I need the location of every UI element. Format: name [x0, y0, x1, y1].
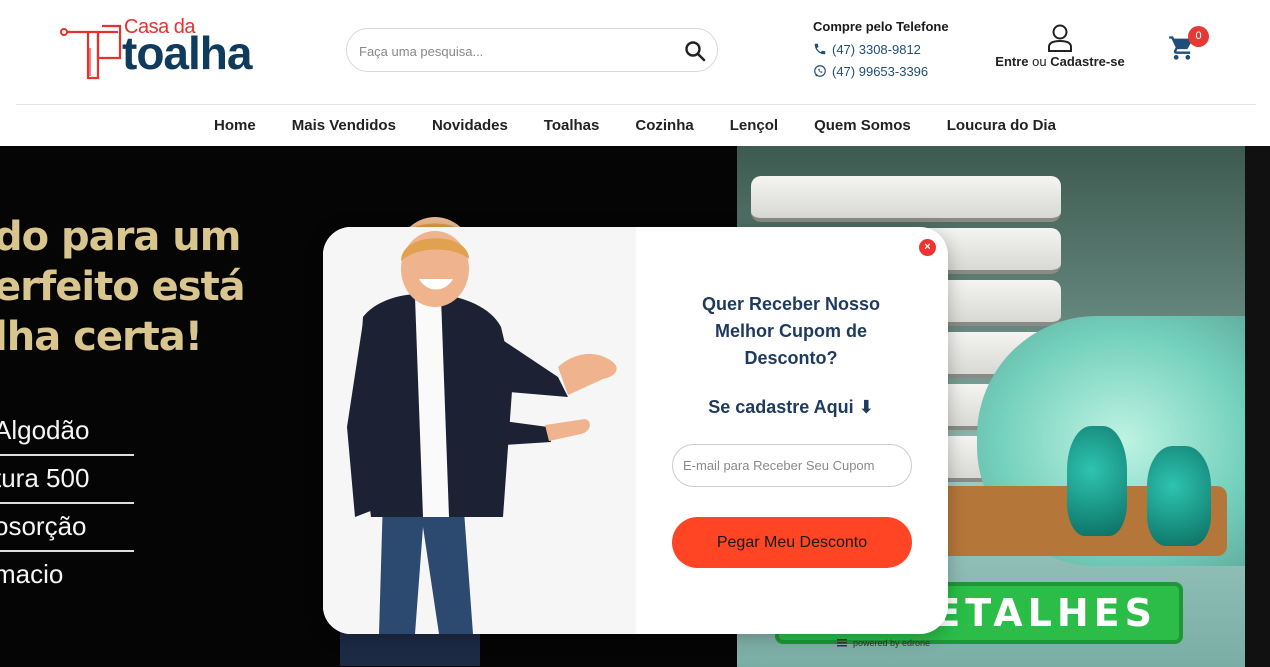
cart-button[interactable]: 0	[1168, 26, 1209, 66]
towel-image	[751, 176, 1061, 222]
nav-item-loucura-do-dia[interactable]: Loucura do Dia	[929, 106, 1074, 146]
page: Casa da toalha Compre pelo Telefone (47)…	[0, 0, 1270, 667]
nav-item-toalhas[interactable]: Toalhas	[526, 106, 618, 146]
whatsapp-line[interactable]: (47) 99653-3396	[813, 60, 983, 82]
powered-by-edrone: powered by edrone	[837, 638, 930, 648]
get-discount-button[interactable]: Pegar Meu Desconto	[672, 517, 912, 568]
nav-item-mais-vendidos[interactable]: Mais Vendidos	[274, 106, 414, 146]
spokesperson-photo	[323, 227, 636, 634]
whatsapp-icon	[814, 65, 826, 77]
discount-popup: × Quer Receber Nosso Melhor Cupom de Des…	[323, 227, 948, 634]
search-input[interactable]	[359, 40, 679, 62]
search-icon[interactable]	[683, 39, 707, 63]
towel-logo-icon	[60, 24, 122, 80]
account-links: Entre ou Cadastre-se	[986, 24, 1134, 72]
bottle-image	[1147, 446, 1211, 546]
hero-feature-item: macio	[0, 559, 64, 589]
popup-subtitle: Se cadastre Aqui ⬇	[708, 397, 874, 417]
nav-item-quem-somos[interactable]: Quem Somos	[796, 106, 929, 146]
signup-link[interactable]: Cadastre-se	[1050, 54, 1124, 69]
phone-line[interactable]: (47) 3308-9812	[813, 38, 983, 60]
cart-count-badge: 0	[1188, 26, 1209, 47]
powered-by-text: powered by edrone	[853, 638, 931, 648]
nav-item-lencol[interactable]: Lençol	[712, 106, 796, 146]
store-logo[interactable]: Casa da toalha	[60, 16, 260, 82]
bottle-image	[1067, 426, 1127, 536]
whatsapp-number: (47) 99653-3396	[832, 63, 929, 79]
phone-number: (47) 3308-9812	[832, 41, 921, 57]
logo-text-main: toalha	[122, 27, 252, 79]
popup-title: Quer Receber Nosso Melhor Cupom de Desco…	[701, 294, 881, 368]
user-icon[interactable]	[1047, 24, 1073, 52]
login-link[interactable]: Entre	[995, 54, 1028, 69]
nav-item-novidades[interactable]: Novidades	[414, 106, 526, 146]
hero-feature-item: Algodão	[0, 408, 134, 456]
site-header: Casa da toalha Compre pelo Telefone (47)…	[0, 0, 1270, 104]
hero-headline: do para um erfeito está lha certa!	[0, 214, 246, 360]
hero-feature-item: osorção	[0, 504, 134, 552]
banner-edge	[1245, 146, 1270, 667]
menu-icon	[837, 639, 847, 647]
close-icon[interactable]: ×	[919, 239, 936, 256]
hero-feature-list: Algodão tura 500 osorção macio	[0, 408, 134, 600]
phone-icon	[814, 43, 826, 55]
search-bar	[346, 28, 718, 72]
email-field[interactable]	[672, 444, 912, 487]
hero-feature-item: tura 500	[0, 456, 134, 504]
nav-item-cozinha[interactable]: Cozinha	[617, 106, 711, 146]
phone-title: Compre pelo Telefone	[813, 19, 949, 34]
main-nav: Home Mais Vendidos Novidades Toalhas Coz…	[0, 105, 1270, 146]
or-text: ou	[1032, 54, 1047, 69]
nav-item-home[interactable]: Home	[196, 106, 274, 146]
phone-contact: Compre pelo Telefone (47) 3308-9812 (47)…	[813, 18, 983, 84]
